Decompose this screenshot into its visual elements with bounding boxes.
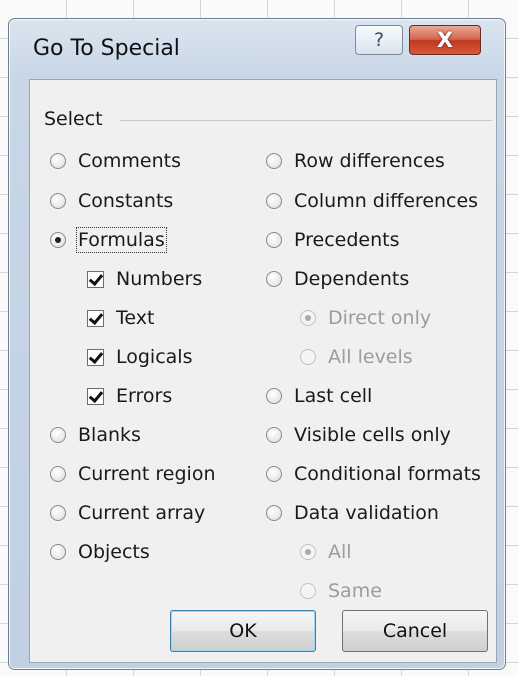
option-last-cell-label: Last cell: [294, 385, 373, 407]
radio-current-array[interactable]: [50, 505, 66, 521]
option-current-region[interactable]: Current region: [50, 463, 216, 485]
option-validation-same[interactable]: Same: [300, 580, 382, 602]
option-numbers[interactable]: Numbers: [87, 268, 202, 290]
ok-button-label: OK: [229, 620, 257, 642]
option-visible-cells-only[interactable]: Visible cells only: [266, 424, 451, 446]
group-divider: [120, 120, 492, 121]
close-icon: X: [436, 28, 454, 52]
option-validation-all[interactable]: All: [300, 541, 352, 563]
checkbox-text[interactable]: [87, 309, 104, 327]
option-current-array-label: Current array: [78, 502, 206, 524]
option-data-validation-label: Data validation: [294, 502, 439, 524]
radio-precedents[interactable]: [266, 232, 282, 248]
option-dependents[interactable]: Dependents: [266, 268, 409, 290]
option-validation-same-label: Same: [328, 580, 382, 602]
option-objects[interactable]: Objects: [50, 541, 150, 563]
option-constants[interactable]: Constants: [50, 190, 173, 212]
option-text[interactable]: Text: [87, 307, 154, 329]
radio-blanks[interactable]: [50, 427, 66, 443]
option-all-levels-label: All levels: [328, 346, 413, 368]
cancel-button-label: Cancel: [382, 620, 448, 642]
option-data-validation[interactable]: Data validation: [266, 502, 439, 524]
radio-constants[interactable]: [50, 193, 66, 209]
radio-all-levels[interactable]: [300, 349, 316, 365]
select-group-label: Select: [44, 108, 103, 130]
option-precedents-label: Precedents: [294, 229, 400, 251]
close-button[interactable]: X: [409, 25, 481, 55]
go-to-special-dialog: Go To Special ? X Select Comments Consta…: [8, 18, 506, 670]
option-text-label: Text: [116, 307, 155, 329]
option-conditional-formats[interactable]: Conditional formats: [266, 463, 481, 485]
checkbox-numbers[interactable]: [87, 270, 104, 288]
radio-dependents[interactable]: [266, 271, 282, 287]
option-current-array[interactable]: Current array: [50, 502, 205, 524]
radio-last-cell[interactable]: [266, 388, 282, 404]
option-direct-only-label: Direct only: [328, 307, 432, 329]
dialog-body: Select Comments Constants Formulas Numbe…: [29, 79, 497, 663]
option-current-region-label: Current region: [78, 463, 216, 485]
radio-validation-same[interactable]: [300, 583, 316, 599]
option-dependents-label: Dependents: [294, 268, 410, 290]
radio-objects[interactable]: [50, 544, 66, 560]
option-errors-label: Errors: [116, 385, 173, 407]
dialog-title: Go To Special: [33, 36, 180, 61]
ok-button[interactable]: OK: [170, 610, 316, 652]
radio-data-validation[interactable]: [266, 505, 282, 521]
option-validation-all-label: All: [328, 541, 352, 563]
checkbox-logicals[interactable]: [87, 348, 104, 366]
option-last-cell[interactable]: Last cell: [266, 385, 372, 407]
checkbox-errors[interactable]: [87, 387, 104, 405]
option-numbers-label: Numbers: [116, 268, 203, 290]
option-logicals-label: Logicals: [116, 346, 193, 368]
help-button[interactable]: ?: [355, 25, 403, 55]
option-errors[interactable]: Errors: [87, 385, 172, 407]
option-formulas[interactable]: Formulas: [50, 227, 167, 253]
option-comments[interactable]: Comments: [50, 150, 181, 172]
radio-comments[interactable]: [50, 153, 66, 169]
option-blanks[interactable]: Blanks: [50, 424, 141, 446]
option-direct-only[interactable]: Direct only: [300, 307, 431, 329]
option-precedents[interactable]: Precedents: [266, 229, 399, 251]
radio-validation-all[interactable]: [300, 544, 316, 560]
radio-direct-only[interactable]: [300, 310, 316, 326]
option-visible-cells-only-label: Visible cells only: [294, 424, 451, 446]
radio-conditional-formats[interactable]: [266, 466, 282, 482]
radio-row-differences[interactable]: [266, 153, 282, 169]
question-icon: ?: [373, 29, 385, 51]
option-all-levels[interactable]: All levels: [300, 346, 413, 368]
option-formulas-label: Formulas: [76, 227, 167, 253]
option-column-differences-label: Column differences: [294, 190, 479, 212]
title-bar: Go To Special ? X: [9, 19, 505, 79]
option-constants-label: Constants: [78, 190, 174, 212]
option-row-differences-label: Row differences: [294, 150, 445, 172]
option-comments-label: Comments: [78, 150, 181, 172]
option-row-differences[interactable]: Row differences: [266, 150, 445, 172]
option-blanks-label: Blanks: [78, 424, 141, 446]
option-conditional-formats-label: Conditional formats: [294, 463, 481, 485]
cancel-button[interactable]: Cancel: [342, 610, 488, 652]
option-objects-label: Objects: [78, 541, 150, 563]
option-logicals[interactable]: Logicals: [87, 346, 192, 368]
radio-column-differences[interactable]: [266, 193, 282, 209]
radio-formulas[interactable]: [50, 232, 66, 248]
option-column-differences[interactable]: Column differences: [266, 190, 478, 212]
radio-visible-cells-only[interactable]: [266, 427, 282, 443]
radio-current-region[interactable]: [50, 466, 66, 482]
